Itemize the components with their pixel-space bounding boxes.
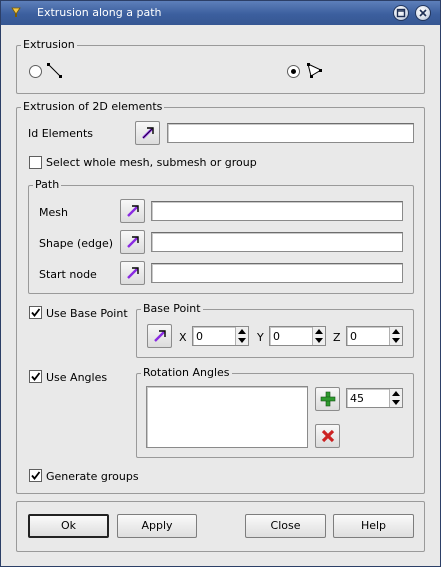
angle-value: 45 [350, 392, 364, 405]
maximize-button[interactable] [393, 5, 409, 21]
select-arrow-icon [127, 267, 139, 279]
title-bar[interactable]: Extrusion along a path [1, 1, 440, 25]
elements-legend: Extrusion of 2D elements [23, 100, 163, 113]
extrusion-group: Extrusion [16, 39, 425, 94]
id-elements-label: Id Elements [28, 127, 93, 140]
select-arrow-icon [154, 330, 166, 342]
remove-icon [321, 429, 335, 443]
edge-1d-icon [47, 63, 62, 78]
app-icon [11, 7, 21, 17]
shape-input[interactable] [151, 232, 403, 252]
apply-button-label: Apply [141, 519, 173, 532]
select-arrow-icon [127, 205, 139, 217]
mesh-label: Mesh [39, 206, 68, 219]
base-point-select-button[interactable] [147, 324, 172, 348]
remove-angle-button[interactable] [315, 424, 340, 448]
close-button-label: Close [270, 519, 301, 532]
close-button[interactable]: Close [245, 514, 326, 538]
maximize-icon [396, 8, 406, 18]
y-spin-arrows[interactable] [312, 327, 325, 345]
rotation-angles-legend: Rotation Angles [143, 366, 230, 379]
path-legend: Path [35, 178, 60, 191]
spin-down-icon [315, 338, 323, 343]
extrusion-legend: Extrusion [23, 38, 75, 51]
select-whole-checkbox[interactable] [29, 156, 42, 169]
help-button[interactable]: Help [333, 514, 414, 538]
select-arrow-icon [142, 127, 154, 139]
spin-up-icon [392, 329, 400, 334]
z-value: 0 [350, 330, 357, 343]
select-whole-label: Select whole mesh, submesh or group [46, 156, 257, 169]
y-spinbox[interactable]: 0 [269, 326, 326, 346]
close-window-button[interactable] [415, 5, 431, 21]
use-angles-label: Use Angles [46, 371, 108, 384]
x-spin-arrows[interactable] [235, 327, 248, 345]
start-node-select-button[interactable] [120, 261, 145, 285]
mesh-select-button[interactable] [120, 199, 145, 223]
spin-down-icon [392, 338, 400, 343]
use-angles-checkbox[interactable] [29, 370, 42, 383]
spin-up-icon [392, 391, 400, 396]
apply-button[interactable]: Apply [117, 514, 197, 538]
z-spinbox[interactable]: 0 [346, 326, 403, 346]
spin-down-icon [238, 338, 246, 343]
start-node-label: Start node [39, 268, 97, 281]
ok-button[interactable]: Ok [28, 514, 109, 538]
spin-down-icon [392, 400, 400, 405]
angles-list[interactable] [146, 386, 308, 448]
mesh-input[interactable] [151, 201, 403, 221]
checkmark-icon [31, 372, 41, 381]
face-2d-icon [307, 63, 323, 78]
dialog-window: Extrusion along a path Extrusion Extrusi… [0, 0, 441, 567]
add-angle-button[interactable] [315, 387, 340, 411]
spin-up-icon [238, 329, 246, 334]
spin-up-icon [315, 329, 323, 334]
shape-edge-label: Shape (edge) [39, 237, 114, 250]
shape-select-button[interactable] [120, 230, 145, 254]
radio-2d[interactable] [287, 65, 300, 78]
x-spinbox[interactable]: 0 [192, 326, 249, 346]
z-spin-arrows[interactable] [389, 327, 402, 345]
use-base-point-checkbox[interactable] [29, 306, 42, 319]
select-arrow-icon [127, 236, 139, 248]
radio-2d-dot [291, 69, 296, 74]
y-value: 0 [273, 330, 280, 343]
start-node-input[interactable] [151, 263, 403, 283]
close-icon [419, 9, 427, 17]
plus-icon [320, 391, 336, 407]
z-label: Z [333, 331, 341, 344]
generate-groups-checkbox[interactable] [29, 469, 42, 482]
radio-1d[interactable] [29, 65, 42, 78]
x-label: X [179, 331, 187, 344]
use-base-point-label: Use Base Point [46, 307, 128, 320]
id-elements-select-button[interactable] [135, 121, 160, 145]
angle-spin-arrows[interactable] [389, 389, 402, 407]
y-label: Y [257, 331, 264, 344]
checkmark-icon [31, 471, 41, 480]
ok-button-label: Ok [60, 519, 77, 532]
generate-groups-label: Generate groups [46, 470, 139, 483]
id-elements-input[interactable] [167, 123, 414, 143]
base-point-legend: Base Point [143, 302, 201, 315]
window-title: Extrusion along a path [37, 6, 162, 19]
help-button-label: Help [360, 519, 387, 532]
angle-spinbox[interactable]: 45 [346, 388, 403, 408]
checkmark-icon [31, 308, 41, 317]
x-value: 0 [196, 330, 203, 343]
